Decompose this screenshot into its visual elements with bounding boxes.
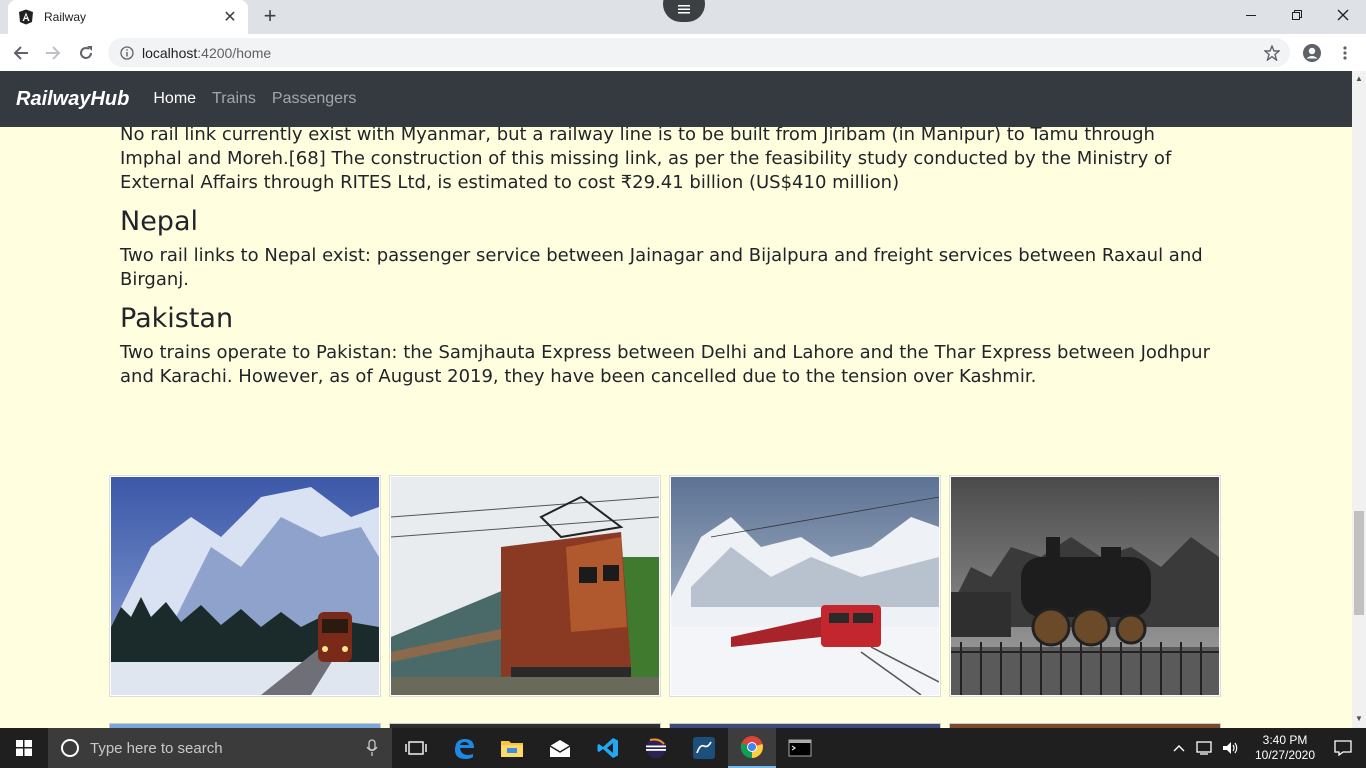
taskbar-file-explorer[interactable] xyxy=(488,728,536,768)
clock-date: 10/27/2020 xyxy=(1254,748,1316,762)
tab-close-icon[interactable]: ✕ xyxy=(222,7,238,27)
browser-toolbar: localhost:4200/home xyxy=(0,34,1366,71)
info-icon[interactable] xyxy=(120,45,134,60)
taskbar-search-box[interactable]: Type here to search xyxy=(48,728,392,768)
gallery-image-train-snow-mountains[interactable] xyxy=(109,475,381,697)
new-tab-button[interactable]: + xyxy=(258,5,282,29)
red-train-snow-image xyxy=(671,477,939,695)
close-icon xyxy=(1337,9,1349,21)
scroll-down-arrow-icon[interactable]: ▼ xyxy=(1354,714,1364,724)
system-tray: 3:40 PM 10/27/2020 xyxy=(1172,728,1366,768)
chrome-icon xyxy=(740,736,763,759)
scroll-up-arrow-icon[interactable]: ▲ xyxy=(1354,74,1364,84)
myanmar-paragraph: No rail link currently exist with Myanma… xyxy=(120,124,1172,193)
nepal-heading: Nepal xyxy=(120,206,198,237)
clock-time: 3:40 PM xyxy=(1262,733,1308,747)
browser-tab-strip: Railway ✕ + xyxy=(0,0,1366,34)
bookmark-star-button[interactable] xyxy=(1259,40,1285,66)
close-window-button[interactable] xyxy=(1320,0,1366,30)
navbar-brand[interactable]: RailwayHub xyxy=(16,88,129,111)
network-icon[interactable] xyxy=(1196,740,1214,756)
image-gallery xyxy=(109,475,1221,697)
microphone-icon[interactable] xyxy=(366,739,378,757)
taskbar-eclipse[interactable] xyxy=(632,728,680,768)
gallery-image-electric-locomotive[interactable] xyxy=(389,475,661,697)
start-button[interactable] xyxy=(0,728,48,768)
address-bar[interactable]: localhost:4200/home xyxy=(108,38,1290,67)
nepal-paragraph: Two rail links to Nepal exist: passenger… xyxy=(120,245,1203,290)
scrollbar-thumb[interactable] xyxy=(1354,511,1364,615)
article-content: No rail link currently exist with Myanma… xyxy=(120,123,1220,389)
hamburger-icon xyxy=(678,5,690,14)
steam-locomotive-image xyxy=(951,477,1219,695)
top-navbar: RailwayHub Home Trains Passengers xyxy=(0,71,1352,127)
tab-search-menu-button[interactable] xyxy=(663,0,705,22)
eclipse-icon xyxy=(646,738,666,758)
taskbar-edge[interactable] xyxy=(440,728,488,768)
nav-link-home[interactable]: Home xyxy=(153,90,196,108)
task-view-button[interactable] xyxy=(392,728,440,768)
browser-tab[interactable]: Railway ✕ xyxy=(8,0,248,34)
task-view-icon xyxy=(405,741,427,755)
gallery-image-red-train-snow[interactable] xyxy=(669,475,941,697)
terminal-icon xyxy=(788,739,812,757)
train-mountains-image xyxy=(111,477,379,695)
url-text: localhost:4200/home xyxy=(142,44,272,61)
reload-icon xyxy=(80,46,92,59)
nav-link-trains[interactable]: Trains xyxy=(212,90,256,108)
chevron-up-icon[interactable] xyxy=(1172,743,1186,753)
mail-icon xyxy=(549,740,571,757)
minimize-icon xyxy=(1246,15,1256,16)
notification-icon xyxy=(1334,740,1352,756)
restore-icon xyxy=(1292,10,1302,20)
tab-title: Railway xyxy=(44,10,87,24)
taskbar-mail[interactable] xyxy=(536,728,584,768)
taskbar-vscode[interactable] xyxy=(584,728,632,768)
pakistan-paragraph: Two trains operate to Pakistan: the Samj… xyxy=(120,342,1210,387)
windows-logo-icon xyxy=(16,740,32,756)
windows-taskbar: Type here to search 3:40 PM 10/27/2020 xyxy=(0,728,1366,768)
nav-link-passengers[interactable]: Passengers xyxy=(272,90,357,108)
more-vert-icon xyxy=(1343,46,1347,60)
web-page: No rail link currently exist with Myanma… xyxy=(0,71,1352,728)
minimize-button[interactable] xyxy=(1228,0,1274,30)
taskbar-terminal[interactable] xyxy=(776,728,824,768)
arrow-right-icon xyxy=(46,46,61,60)
edge-icon xyxy=(455,739,474,759)
electric-locomotive-image xyxy=(391,477,659,695)
taskbar-mysql-workbench[interactable] xyxy=(680,728,728,768)
cortana-circle-icon xyxy=(61,739,79,757)
restore-button[interactable] xyxy=(1274,0,1320,30)
mysql-workbench-icon xyxy=(693,737,715,759)
account-circle-icon xyxy=(1303,44,1321,62)
star-icon xyxy=(1264,45,1280,61)
angular-icon xyxy=(19,9,33,25)
volume-icon[interactable] xyxy=(1222,740,1240,756)
pakistan-heading: Pakistan xyxy=(120,303,234,334)
taskbar-chrome[interactable] xyxy=(728,728,776,768)
arrow-left-icon xyxy=(13,46,28,60)
back-button[interactable] xyxy=(8,40,34,66)
search-placeholder: Type here to search xyxy=(90,739,223,757)
forward-button[interactable] xyxy=(40,40,66,66)
profile-button[interactable] xyxy=(1299,40,1325,66)
page-scrollbar[interactable]: ▲ ▼ xyxy=(1352,71,1366,728)
reload-button[interactable] xyxy=(73,40,99,66)
action-center-button[interactable] xyxy=(1320,728,1366,768)
taskbar-clock[interactable]: 3:40 PM 10/27/2020 xyxy=(1250,733,1320,763)
vscode-icon xyxy=(597,738,618,758)
gallery-image-steam-locomotive[interactable] xyxy=(949,475,1221,697)
folder-icon xyxy=(501,741,523,757)
chrome-menu-button[interactable] xyxy=(1332,40,1358,66)
